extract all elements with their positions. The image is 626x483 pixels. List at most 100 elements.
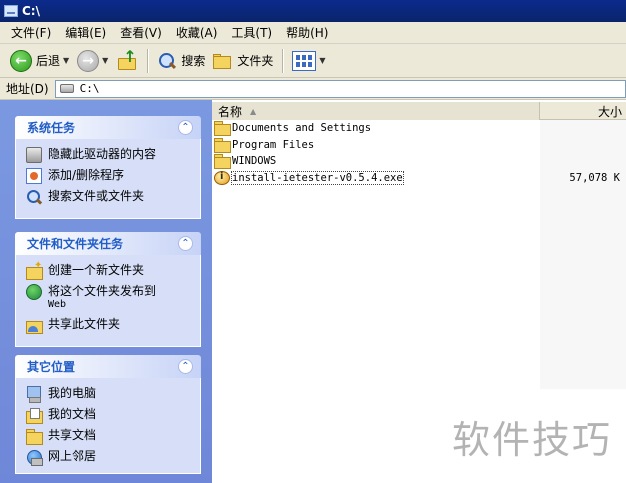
menu-tools[interactable]: 工具(T): [224, 24, 279, 41]
chevron-up-icon[interactable]: ⌃: [178, 236, 193, 251]
sort-ascending-icon: ▲: [250, 106, 257, 116]
column-size-label: 大小: [597, 104, 622, 119]
folder-icon: [214, 138, 231, 153]
task-new-folder[interactable]: 创建一个新文件夹: [26, 260, 192, 280]
toolbar-separator: [282, 48, 284, 73]
other-places-header[interactable]: 其它位置 ⌃: [15, 355, 201, 378]
back-arrow-icon: ←: [10, 49, 32, 72]
folders-icon: [213, 52, 233, 70]
system-tasks-header[interactable]: 系统任务 ⌃: [15, 116, 201, 139]
task-label: 隐藏此驱动器的内容: [48, 147, 157, 161]
column-header: 名称 ▲ 大小: [212, 102, 626, 120]
watermark-text: 软件技巧: [451, 417, 612, 462]
folder-icon: [214, 154, 231, 169]
chevron-up-icon[interactable]: ⌃: [178, 359, 193, 374]
place-shared-documents[interactable]: 共享文档: [26, 428, 192, 445]
network-icon: [26, 449, 43, 466]
task-label: 添加/删除程序: [48, 168, 125, 182]
add-remove-programs-icon: [26, 168, 42, 184]
folders-label: 文件夹: [237, 54, 274, 68]
drive-icon: [26, 147, 42, 163]
menu-favorites[interactable]: 收藏(A): [169, 24, 225, 41]
other-places-body: 我的电脑 我的文档 共享文档 网上邻居: [15, 378, 201, 474]
place-my-computer[interactable]: 我的电脑: [26, 386, 192, 403]
folders-button[interactable]: 文件夹: [209, 48, 277, 74]
address-bar: 地址(D) C:\: [0, 78, 626, 100]
window-title: C:\: [22, 4, 40, 18]
panel-title: 其它位置: [27, 360, 76, 374]
menu-bar: 文件(F) 编辑(E) 查看(V) 收藏(A) 工具(T) 帮助(H): [0, 22, 626, 44]
search-icon: [26, 189, 42, 205]
file-name: WINDOWS: [232, 155, 277, 167]
file-name: install-ietester-v0.5.4.exe: [231, 171, 404, 185]
folder-up-icon: ↑: [116, 48, 138, 72]
back-label: 后退: [36, 54, 61, 68]
views-button[interactable]: ▼: [288, 48, 329, 74]
folder-icon: [26, 428, 43, 445]
file-tasks-body: 创建一个新文件夹 将这个文件夹发布到 Web 共享此文件夹: [15, 255, 201, 347]
column-name[interactable]: 名称 ▲: [212, 102, 540, 120]
chevron-up-icon[interactable]: ⌃: [178, 120, 193, 135]
task-label: 创建一个新文件夹: [48, 263, 145, 277]
task-share-folder[interactable]: 共享此文件夹: [26, 317, 192, 334]
menu-help[interactable]: 帮助(H): [279, 24, 335, 41]
task-label-line1: 将这个文件夹发布到: [48, 284, 157, 298]
place-label: 我的电脑: [48, 386, 97, 400]
file-row[interactable]: install-ietester-v0.5.4.exe 57,078 K: [214, 170, 624, 186]
chevron-down-icon[interactable]: ▼: [63, 56, 69, 65]
system-tasks-body: 隐藏此驱动器的内容 添加/删除程序 搜索文件或文件夹: [15, 139, 201, 219]
place-label: 我的文档: [48, 407, 97, 421]
file-name: Program Files: [232, 139, 315, 151]
address-label: 地址(D): [6, 82, 49, 96]
task-add-remove-programs[interactable]: 添加/删除程序: [26, 168, 192, 184]
drive-icon: [59, 84, 74, 93]
installer-icon: [214, 171, 230, 185]
computer-icon: [26, 386, 42, 403]
address-value: C:\: [79, 82, 100, 95]
views-icon: [292, 50, 317, 71]
file-size: 57,078 K: [569, 172, 620, 184]
task-label-line2: Web: [48, 299, 67, 310]
task-label: 共享此文件夹: [48, 317, 121, 331]
search-icon: [157, 51, 177, 71]
task-label: 搜索文件或文件夹: [48, 189, 145, 203]
search-label: 搜索: [181, 54, 206, 68]
shared-folder-icon: [26, 317, 43, 334]
panel-title: 文件和文件夹任务: [27, 237, 124, 251]
address-input[interactable]: C:\: [54, 79, 626, 98]
place-network[interactable]: 网上邻居: [26, 449, 192, 466]
chevron-down-icon[interactable]: ▼: [319, 56, 325, 65]
forward-arrow-icon: →: [77, 49, 100, 72]
column-name-label: 名称: [218, 104, 243, 119]
task-publish-web[interactable]: 将这个文件夹发布到 Web: [26, 284, 192, 312]
globe-icon: [26, 284, 42, 300]
file-name: Documents and Settings: [232, 122, 372, 134]
file-row[interactable]: Documents and Settings: [214, 120, 624, 136]
toolbar-separator: [147, 48, 149, 73]
task-hide-drive-contents[interactable]: 隐藏此驱动器的内容: [26, 147, 192, 163]
menu-view[interactable]: 查看(V): [113, 24, 169, 41]
new-folder-icon: [26, 260, 43, 280]
chevron-down-icon[interactable]: ▼: [102, 56, 108, 65]
task-label: 将这个文件夹发布到 Web: [48, 284, 156, 312]
folder-icon: [214, 121, 231, 136]
search-button[interactable]: 搜索: [153, 48, 209, 74]
file-row[interactable]: Program Files: [214, 137, 624, 153]
forward-button[interactable]: → ▼: [73, 48, 112, 74]
watermark: 软件技巧: [438, 389, 626, 483]
column-size[interactable]: 大小: [540, 102, 626, 120]
file-row[interactable]: WINDOWS: [214, 153, 624, 169]
file-tasks-header[interactable]: 文件和文件夹任务 ⌃: [15, 232, 201, 255]
back-button[interactable]: ← 后退 ▼: [6, 48, 73, 74]
task-search-files[interactable]: 搜索文件或文件夹: [26, 189, 192, 205]
panel-title: 系统任务: [27, 121, 76, 135]
place-label: 网上邻居: [48, 449, 97, 463]
place-my-documents[interactable]: 我的文档: [26, 407, 192, 424]
system-tasks-panel: 系统任务 ⌃ 隐藏此驱动器的内容 添加/删除程序 搜索文件或文件夹: [15, 116, 201, 219]
menu-file[interactable]: 文件(F): [4, 24, 58, 41]
menu-edit[interactable]: 编辑(E): [58, 24, 113, 41]
place-label: 共享文档: [48, 428, 97, 442]
documents-folder-icon: [26, 407, 43, 424]
other-places-panel: 其它位置 ⌃ 我的电脑 我的文档 共享文档 网上邻居: [15, 355, 201, 474]
up-button[interactable]: ↑: [112, 48, 142, 74]
